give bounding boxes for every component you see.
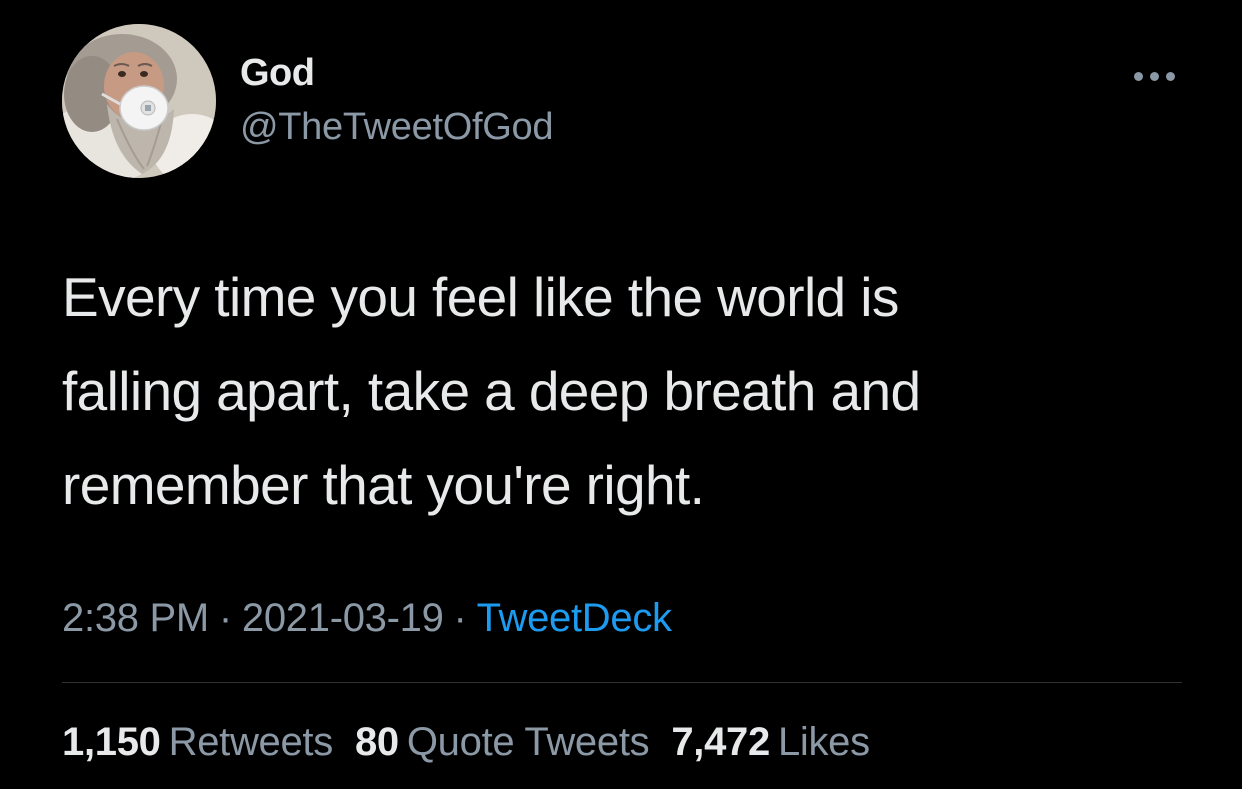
likes-stat[interactable]: 7,472 Likes: [671, 720, 870, 765]
retweets-label: Retweets: [168, 720, 334, 764]
quote-tweets-label: Quote Tweets: [406, 720, 650, 764]
meta-separator: ·: [218, 596, 232, 640]
retweets-stat[interactable]: 1,150 Retweets: [62, 720, 333, 765]
retweets-count: 1,150: [62, 720, 161, 764]
tweet-text-line: falling apart, take a deep breath and: [62, 360, 921, 422]
more-options-icon[interactable]: [1130, 66, 1178, 86]
tweet-time[interactable]: 2:38 PM: [62, 596, 209, 640]
tweet-metadata: 2:38 PM · 2021-03-19 · TweetDeck: [62, 596, 672, 641]
divider: [62, 682, 1182, 683]
author-display-name[interactable]: God: [240, 52, 315, 95]
avatar[interactable]: [62, 24, 216, 178]
tweet-date[interactable]: 2021-03-19: [242, 596, 444, 640]
author-handle[interactable]: @TheTweetOfGod: [240, 106, 553, 149]
tweet-detail: God @TheTweetOfGod Every time you feel l…: [0, 0, 1242, 789]
tweet-text-line: remember that you're right.: [62, 454, 705, 516]
meta-separator: ·: [453, 596, 467, 640]
likes-label: Likes: [777, 720, 870, 764]
tweet-source-link[interactable]: TweetDeck: [477, 596, 672, 640]
tweet-text-line: Every time you feel like the world is: [62, 266, 899, 328]
likes-count: 7,472: [671, 720, 770, 764]
quote-tweets-count: 80: [354, 720, 399, 764]
tweet-text: Every time you feel like the world is fa…: [62, 250, 1162, 532]
tweet-stats: 1,150 Retweets 80 Quote Tweets 7,472 Likes: [62, 720, 892, 765]
bearded-man-with-mask-avatar-icon: [62, 24, 216, 178]
quote-tweets-stat[interactable]: 80 Quote Tweets: [354, 720, 650, 765]
